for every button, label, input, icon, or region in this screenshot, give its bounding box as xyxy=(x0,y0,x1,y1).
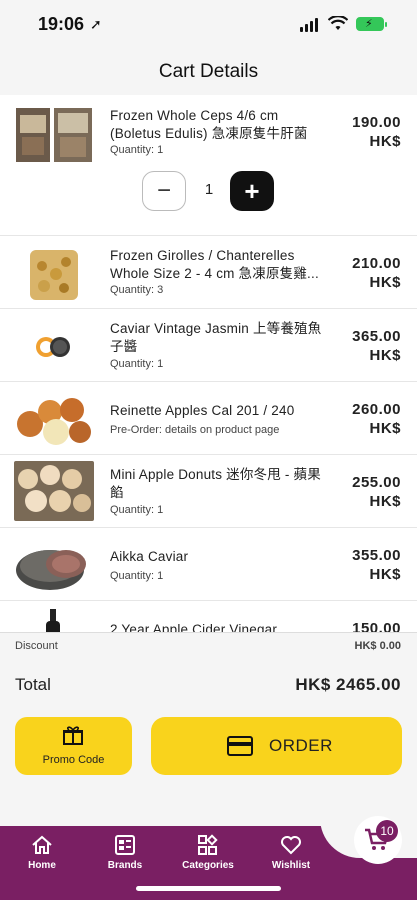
cart-list[interactable]: Frozen Whole Ceps 4/6 cm (Boletus Edulis… xyxy=(0,95,417,632)
item-price: 210.00 HK$ xyxy=(331,254,401,292)
brands-icon xyxy=(115,835,135,855)
price-amount: 355.00 xyxy=(352,547,401,564)
plus-icon: + xyxy=(244,175,260,206)
location-icon: ➚ xyxy=(90,16,102,32)
nav-label-wishlist: Wishlist xyxy=(271,860,311,871)
cart-item[interactable]: Caviar Vintage Jasmin 上等養殖魚子醬 Quantity: … xyxy=(0,309,417,382)
wifi-icon xyxy=(328,16,348,30)
price-amount: 255.00 xyxy=(352,474,401,491)
decrease-button[interactable]: − xyxy=(142,171,186,211)
cart-item[interactable]: Mini Apple Donuts 迷你冬甩 - 蘋果餡 Quantity: 1… xyxy=(0,455,417,528)
item-name: Aikka Caviar xyxy=(110,549,189,564)
product-image[interactable] xyxy=(14,390,94,450)
product-image[interactable] xyxy=(14,461,94,521)
item-price: 190.00 HK$ xyxy=(331,113,401,151)
item-quantity: Quantity: 1 xyxy=(110,504,164,516)
price-amount: 260.00 xyxy=(352,401,401,418)
cart-item[interactable]: Aikka Caviar Quantity: 1 355.00 HK$ xyxy=(0,528,417,601)
quantity-stepper[interactable]: − 1 + xyxy=(142,171,277,213)
price-currency: HK$ xyxy=(369,274,401,291)
item-price: 255.00 HK$ xyxy=(331,473,401,511)
nav-item-wishlist[interactable]: Wishlist xyxy=(256,834,326,871)
item-price: 365.00 HK$ xyxy=(331,327,401,365)
item-quantity: Quantity: 3 xyxy=(110,284,164,296)
price-currency: HK$ xyxy=(369,566,401,583)
nav-label-brands: Brands xyxy=(107,860,143,871)
item-name: Mini Apple Donuts 迷你冬甩 - 蘋果餡 xyxy=(110,467,321,500)
price-amount: 210.00 xyxy=(352,255,401,272)
item-price: 355.00 HK$ xyxy=(331,546,401,584)
price-currency: HK$ xyxy=(369,420,401,437)
price-amount: 365.00 xyxy=(352,328,401,345)
status-time: 19:06 xyxy=(38,14,85,34)
signal-icon xyxy=(300,18,320,32)
page-header: Cart Details xyxy=(0,50,417,94)
item-name: Caviar Vintage Jasmin 上等養殖魚子醬 xyxy=(110,321,322,354)
item-name: Reinette Apples Cal 201 / 240 xyxy=(110,403,295,418)
price-currency: HK$ xyxy=(369,347,401,364)
order-label: ORDER xyxy=(269,736,333,755)
discount-label: Discount xyxy=(15,640,58,652)
price-amount: 150.00 xyxy=(352,620,401,632)
item-name: 2 Year Apple Cider Vinegar xyxy=(110,622,278,632)
total-value: HK$ 2465.00 xyxy=(295,675,401,694)
nav-item-categories[interactable]: Categories xyxy=(173,834,243,871)
promo-code-button[interactable]: Promo Code xyxy=(15,717,132,775)
increase-button[interactable]: + xyxy=(230,171,274,211)
product-image[interactable] xyxy=(14,244,94,304)
product-image[interactable] xyxy=(14,536,94,596)
cart-item[interactable]: Frozen Girolles / Chanterelles Whole Siz… xyxy=(0,236,417,309)
cart-item[interactable]: Reinette Apples Cal 201 / 240 Pre-Order:… xyxy=(0,382,417,455)
item-price: 150.00 xyxy=(331,619,401,632)
product-image[interactable] xyxy=(14,609,94,632)
item-quantity: Pre-Order: details on product page xyxy=(110,424,280,436)
nav-label-home: Home xyxy=(28,860,56,871)
categories-icon xyxy=(198,834,218,855)
home-indicator xyxy=(136,886,281,891)
item-name: Frozen Girolles / Chanterelles Whole Siz… xyxy=(110,248,319,281)
nav-label-categories: Categories xyxy=(182,860,234,871)
discount-value: HK$ 0.00 xyxy=(354,640,401,652)
item-price: 260.00 HK$ xyxy=(331,400,401,438)
price-amount: 190.00 xyxy=(352,114,401,131)
order-summary: Discount HK$ 0.00 Total HK$ 2465.00 Prom… xyxy=(0,632,417,832)
price-currency: HK$ xyxy=(369,493,401,510)
nav-item-home[interactable]: Home xyxy=(7,834,77,871)
quantity-value: 1 xyxy=(204,181,214,198)
order-button[interactable]: ORDER xyxy=(151,717,402,775)
status-bar: 19:06 ➚ ⚡ xyxy=(0,0,417,50)
gift-icon xyxy=(63,726,83,745)
heart-icon xyxy=(281,836,301,855)
item-quantity: Quantity: 1 xyxy=(110,144,164,156)
cart-item[interactable]: Frozen Whole Ceps 4/6 cm (Boletus Edulis… xyxy=(0,95,417,236)
nav-item-brands[interactable]: Brands xyxy=(90,834,160,871)
credit-card-icon xyxy=(227,736,253,756)
home-icon xyxy=(32,835,52,854)
battery-icon: ⚡ xyxy=(356,17,387,31)
price-currency: HK$ xyxy=(369,133,401,150)
page-title: Cart Details xyxy=(158,61,259,82)
item-name: Frozen Whole Ceps 4/6 cm (Boletus Edulis… xyxy=(110,108,308,141)
minus-icon: − xyxy=(156,177,171,204)
product-image[interactable] xyxy=(14,105,94,165)
promo-code-label: Promo Code xyxy=(42,754,105,766)
product-image[interactable] xyxy=(14,317,94,377)
cart-item[interactable]: 2 Year Apple Cider Vinegar 150.00 xyxy=(0,601,417,632)
total-label: Total xyxy=(15,675,51,694)
item-quantity: Quantity: 1 xyxy=(110,358,164,370)
cart-badge: 10 xyxy=(376,820,398,842)
item-quantity: Quantity: 1 xyxy=(110,570,164,582)
